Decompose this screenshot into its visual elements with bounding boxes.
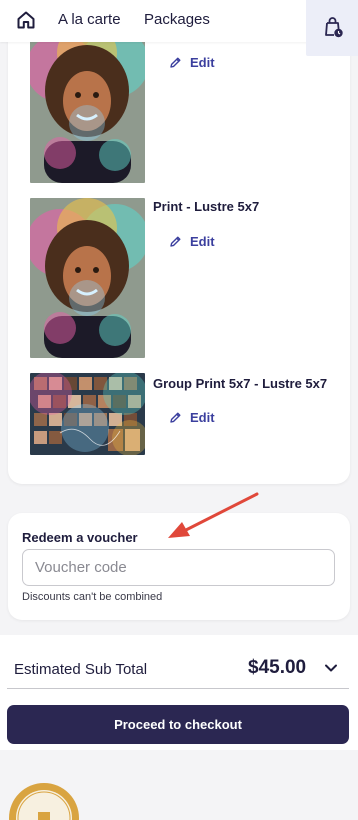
item-thumbnail bbox=[30, 40, 145, 183]
edit-button[interactable]: Edit bbox=[169, 232, 215, 250]
subtotal-value: $45.00 bbox=[248, 657, 307, 678]
proceed-to-checkout-button[interactable]: Proceed to checkout bbox=[7, 705, 349, 744]
pencil-icon bbox=[170, 412, 181, 423]
nav-link-a-la-carte[interactable]: A la carte bbox=[58, 11, 121, 28]
chevron-down-icon[interactable] bbox=[324, 663, 338, 673]
item-thumbnail bbox=[30, 198, 145, 358]
pencil-icon bbox=[170, 57, 181, 68]
edit-button[interactable]: Edit bbox=[169, 408, 215, 426]
item-title: Group Print 5x7 - Lustre 5x7 bbox=[153, 376, 328, 391]
pencil-icon bbox=[170, 236, 181, 247]
home-icon bbox=[17, 11, 35, 29]
home-button[interactable] bbox=[16, 10, 36, 30]
item-thumbnail bbox=[30, 373, 145, 455]
voucher-note: Discounts can't be combined bbox=[22, 591, 163, 603]
top-navigation: A la carte Packages bbox=[0, 0, 358, 56]
app-page: Edit Print - Lustre 5x7 Edit Group Print… bbox=[0, 0, 358, 820]
edit-label: Edit bbox=[190, 233, 215, 249]
cart-button[interactable] bbox=[306, 0, 358, 56]
totals-panel: Estimated Sub Total $45.00 Proceed to ch… bbox=[0, 635, 358, 750]
edit-button[interactable]: Edit bbox=[169, 53, 215, 71]
voucher-code-input[interactable] bbox=[22, 549, 335, 586]
edit-label: Edit bbox=[190, 409, 215, 425]
voucher-title: Redeem a voucher bbox=[22, 530, 138, 545]
annotation-arrow-icon bbox=[168, 492, 259, 538]
award-badge-icon bbox=[9, 783, 79, 820]
edit-label: Edit bbox=[190, 54, 215, 70]
item-title: Print - Lustre 5x7 bbox=[153, 199, 260, 214]
nav-link-packages[interactable]: Packages bbox=[144, 11, 210, 28]
cart-items-card: Edit Print - Lustre 5x7 Edit Group Print… bbox=[8, 20, 350, 484]
subtotal-label: Estimated Sub Total bbox=[14, 661, 148, 678]
shopping-bag-clock-icon bbox=[325, 17, 343, 38]
divider bbox=[7, 688, 349, 689]
